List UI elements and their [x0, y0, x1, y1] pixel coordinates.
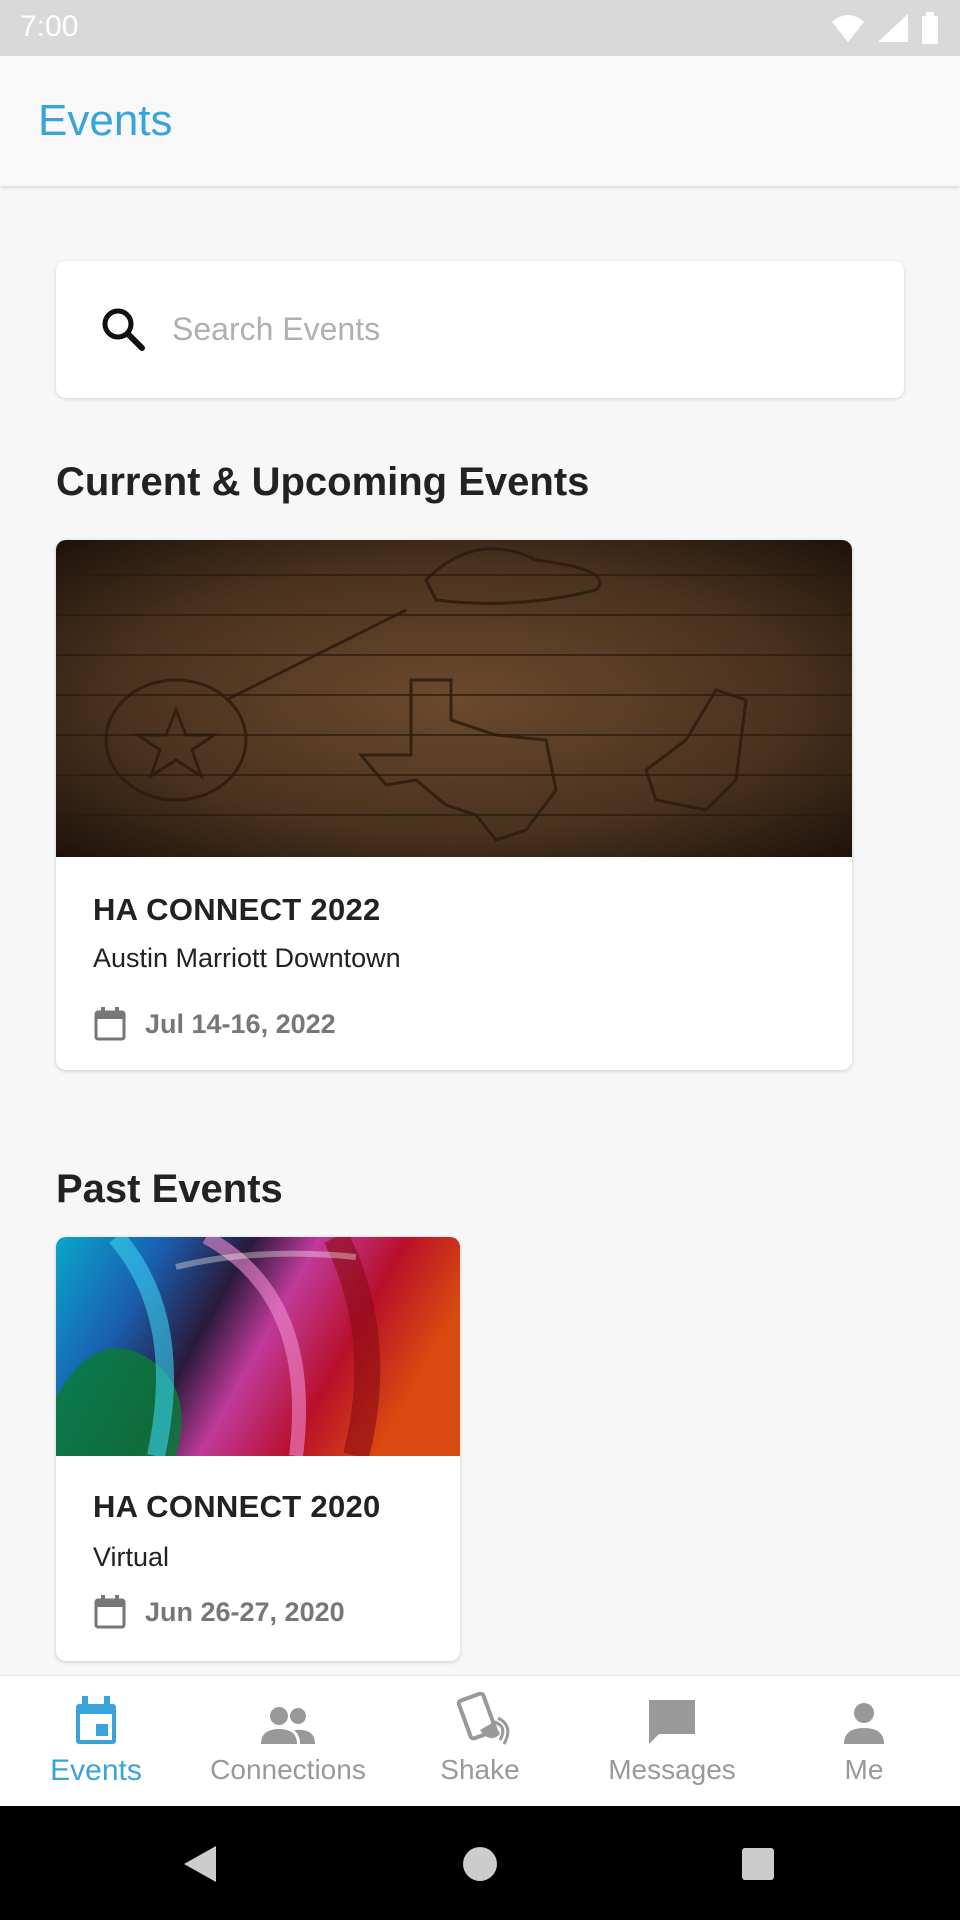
nav-item-connections[interactable]: Connections	[192, 1676, 384, 1807]
message-icon	[649, 1700, 695, 1744]
app-bar: Events	[0, 56, 960, 186]
nav-label-shake: Shake	[440, 1754, 520, 1785]
event-card[interactable]: HA CONNECT 2020 Virtual Jun 26-27, 2020	[56, 1237, 460, 1661]
nav-label-messages: Messages	[608, 1754, 736, 1785]
status-time: 7:00	[20, 10, 79, 43]
system-navigation-bar	[0, 1806, 960, 1920]
nav-item-events[interactable]: Events	[0, 1676, 192, 1807]
event-title: HA CONNECT 2022	[93, 892, 381, 927]
home-icon[interactable]	[460, 1844, 500, 1884]
nav-item-shake[interactable]: Shake	[384, 1676, 576, 1807]
battery-icon	[922, 12, 938, 44]
event-card[interactable]: HA CONNECT 2022 Austin Marriott Downtown…	[56, 540, 852, 1070]
event-venue: Austin Marriott Downtown	[93, 943, 401, 973]
calendar-icon	[94, 1007, 126, 1041]
recents-icon[interactable]	[738, 1844, 778, 1884]
event-banner-image	[56, 540, 852, 857]
status-bar: 7:00	[0, 0, 960, 56]
calendar-icon	[94, 1595, 126, 1629]
event-banner-image	[56, 1237, 460, 1456]
wifi-icon	[832, 15, 864, 42]
search-box[interactable]	[56, 261, 904, 398]
nav-label-connections: Connections	[210, 1754, 366, 1785]
nav-item-me[interactable]: Me	[768, 1676, 960, 1807]
event-date-row: Jul 14-16, 2022	[93, 1006, 336, 1042]
current-events-heading: Current & Upcoming Events	[56, 460, 590, 504]
page-title: Events	[38, 96, 173, 145]
event-title: HA CONNECT 2020	[93, 1489, 381, 1524]
search-icon	[102, 308, 145, 351]
calendar-icon	[76, 1696, 116, 1744]
nav-item-messages[interactable]: Messages	[576, 1676, 768, 1807]
event-date: Jul 14-16, 2022	[145, 1008, 336, 1039]
nav-label-events: Events	[50, 1754, 142, 1787]
event-date: Jun 26-27, 2020	[145, 1596, 345, 1627]
shake-phone-icon	[456, 1692, 510, 1745]
bottom-navigation: Events Connections Shake Messages Me	[0, 1675, 960, 1806]
event-venue: Virtual	[93, 1542, 170, 1572]
search-input[interactable]	[172, 299, 852, 359]
back-icon[interactable]	[180, 1844, 220, 1884]
person-icon	[844, 1703, 884, 1744]
people-icon	[261, 1707, 315, 1744]
event-date-row: Jun 26-27, 2020	[93, 1594, 345, 1630]
past-events-heading: Past Events	[56, 1167, 283, 1211]
status-icons	[830, 12, 940, 44]
signal-icon	[878, 14, 908, 42]
nav-label-me: Me	[844, 1754, 884, 1785]
